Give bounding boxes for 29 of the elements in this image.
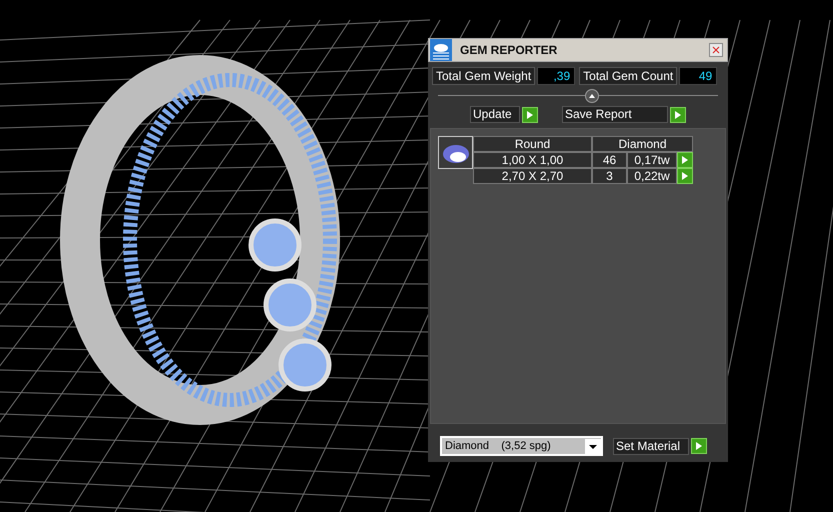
play-icon [675, 110, 681, 118]
table-cell: 0,22tw [627, 168, 677, 184]
table-cell: 3 [592, 168, 627, 184]
table-cell: 2,70 X 2,70 [473, 168, 592, 184]
total-label: Total Gem Weight [432, 67, 536, 85]
table-cell: 1,00 X 1,00 [473, 152, 592, 168]
total-value: ,39 [537, 67, 576, 85]
table-cell: 0,17tw [627, 152, 677, 168]
total-value: 49 [679, 67, 718, 85]
window-title: GEM REPORTER [460, 42, 558, 59]
table-cell: 46 [592, 152, 627, 168]
close-icon [712, 46, 720, 54]
set-material-button[interactable]: Set Material [613, 438, 689, 454]
column-header: Round [473, 136, 592, 152]
slider-track[interactable] [438, 89, 718, 103]
action-button[interactable]: Update [470, 106, 520, 123]
total-label: Total Gem Count [579, 67, 678, 85]
play-icon [696, 442, 702, 450]
caret-icon [589, 94, 595, 98]
slider-thumb[interactable] [585, 89, 599, 103]
material-dropdown[interactable]: Diamond (3,52 spg) [440, 436, 603, 456]
dropdown-caret-icon [585, 438, 601, 454]
column-header: Diamond [592, 136, 693, 152]
app-logo-icon [430, 39, 452, 61]
action-button[interactable]: Save Report [562, 106, 668, 123]
play-button[interactable] [522, 106, 538, 122]
close-button[interactable] [709, 43, 723, 57]
play-icon [527, 110, 533, 118]
play-button[interactable] [670, 106, 686, 122]
